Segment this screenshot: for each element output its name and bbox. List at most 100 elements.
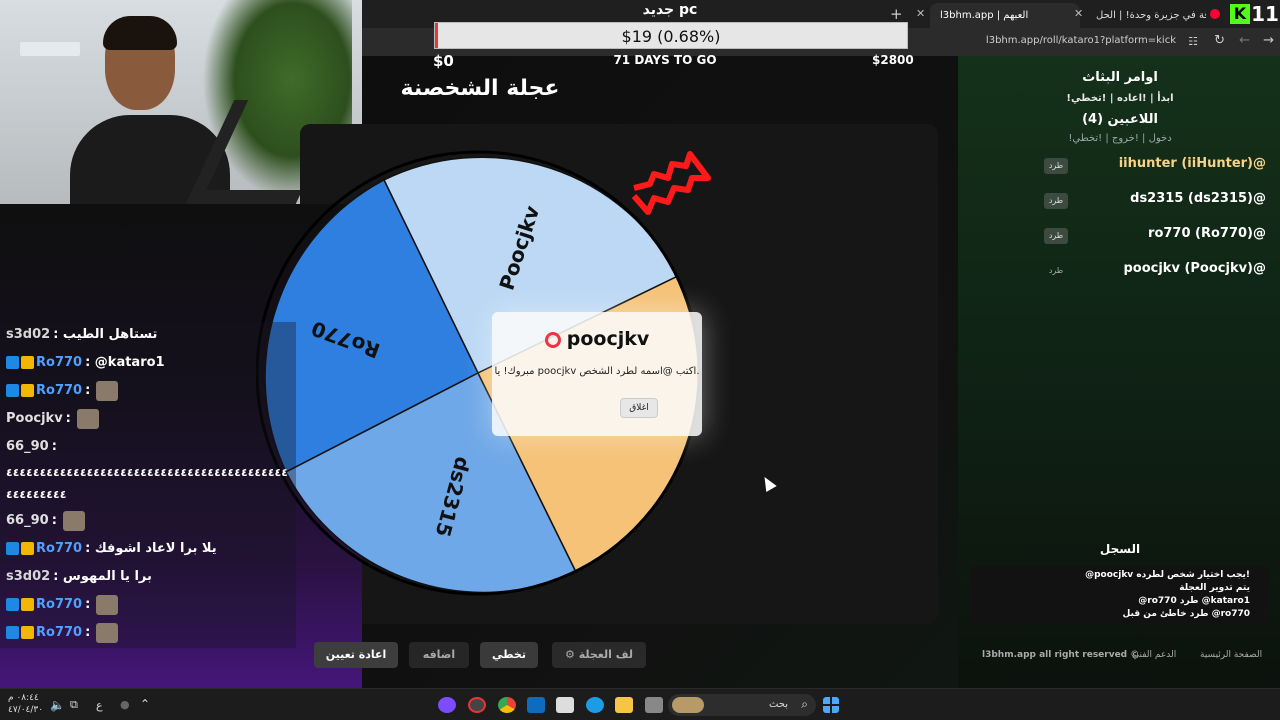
player-row: طرد ro770 (Ro770)@ (1040, 226, 1266, 246)
winner-name: poocjkv (492, 328, 702, 350)
chat-text: : تستاهل الطيب (53, 327, 158, 342)
log-entry: يتم تدوير العجلة (1179, 583, 1250, 593)
subscriber-badge-icon (6, 384, 19, 397)
winner-message: مبروك! يا poocjkv اكتب @اسمه لطرد الشخص. (494, 366, 700, 377)
reload-icon[interactable]: ↻ (1214, 33, 1225, 48)
search-placeholder: بحث (768, 699, 788, 710)
edge-icon[interactable] (586, 697, 604, 713)
chat-username[interactable]: Ro770 (36, 597, 82, 612)
url-field[interactable]: l3bhm.app/roll/kataro1?platform=kick (986, 35, 1176, 46)
chat-text: : (85, 625, 91, 640)
winner-dialog: poocjkv مبروك! يا poocjkv اكتب @اسمه لطر… (492, 312, 702, 436)
chrome-icon[interactable] (498, 697, 516, 713)
chat-username[interactable]: Ro770 (36, 355, 82, 370)
windows-taskbar: ٠٨:٤٤ م ٤٧/٠٤/٣٠ 🔈 ⧉ ع ● ⌃ بحث ⌕ (0, 688, 1280, 720)
clock-time: ٠٨:٤٤ م (8, 693, 39, 703)
reset-button[interactable]: اعادة تعيين (314, 642, 398, 668)
goal-progress-text: $19 (0.68%) (621, 27, 721, 46)
chat-text: ٤٤٤٤٤٤٤٤٤٤٤٤٤٤٤٤٤٤٤٤٤٤٤٤٤٤٤٤٤٤٤٤٤٤٤٤٤٤٤٤… (6, 466, 288, 479)
chat-emote-icon (76, 408, 99, 429)
player-row: طرد ds2315 (ds2315)@ (1040, 191, 1266, 211)
chat-text: : يلا برا لاعاد اشوفك (85, 541, 217, 556)
chat-text: : برا يا المهوس (53, 569, 152, 584)
tab-youtube[interactable]: كل الأعرقة في جزيرة وحدة! | الحل... (1086, 3, 1206, 28)
log-title: السجل (1099, 542, 1141, 556)
skip-button[interactable]: تخطي (480, 642, 538, 668)
chat-text: : (51, 439, 57, 454)
chat-message: Ro770: يلا برا لاعاد اشوفك (6, 536, 217, 562)
network-icon[interactable]: ⧉ (70, 698, 78, 712)
log-entry: @ro770 طرد @kataro1 (1138, 596, 1250, 606)
chat-username[interactable]: 66_90 (6, 513, 49, 528)
youtube-icon (1210, 9, 1220, 19)
add-button[interactable]: اضافه (409, 642, 469, 668)
store-icon[interactable] (556, 697, 574, 713)
app-icon[interactable] (645, 697, 663, 713)
chat-emote-icon (96, 380, 119, 401)
subscriber-badge-icon (6, 356, 19, 369)
goal-min: $0 (433, 52, 454, 70)
kick-button[interactable]: طرد (1044, 263, 1068, 279)
chat-username[interactable]: s3d02 (6, 569, 50, 584)
chat-message: Ro770: @kataro1 (6, 350, 165, 376)
chat-username[interactable]: 66_90 (6, 439, 49, 454)
new-tab-icon[interactable]: + (890, 5, 903, 23)
footer-home-link[interactable]: الصفحة الرئيسية (1200, 650, 1262, 660)
chat-text: : @kataro1 (85, 355, 165, 370)
kick-button[interactable]: طرد (1044, 193, 1068, 209)
search-icon: ⌕ (801, 697, 808, 711)
log-panel: @poocjkv يجب اختيار شخص لطرده! يتم تدوير… (970, 566, 1270, 624)
vip-badge-icon (21, 598, 34, 611)
vip-badge-icon (21, 356, 34, 369)
spin-wheel-button[interactable]: ⚙ لف العجلة (552, 642, 646, 668)
back-icon[interactable]: → (1263, 33, 1274, 48)
tab-count: 11 (1251, 2, 1279, 26)
chat-message: s3d02: تستاهل الطيب (6, 322, 157, 348)
page-title: عجلة الشخصنة (400, 76, 560, 101)
chat-message: s3d02: برا يا المهوس (6, 564, 152, 590)
log-entry: طرد خاطئ من قبل @ro770 (1122, 609, 1250, 619)
obs-icon[interactable] (468, 697, 486, 713)
chat-username[interactable]: s3d02 (6, 327, 50, 342)
windows-start-icon[interactable] (823, 697, 839, 713)
language-indicator[interactable]: ع (96, 699, 103, 712)
kick-logo-icon: K (1230, 4, 1250, 24)
chat-username[interactable]: Ro770 (36, 541, 82, 556)
log-entry: @poocjkv يجب اختيار شخص لطرده! (1085, 570, 1250, 580)
outlook-icon[interactable] (527, 697, 545, 713)
chat-username[interactable]: Ro770 (36, 625, 82, 640)
player-row: طرد iihunter (iiHunter)@ (1040, 156, 1266, 176)
close-button[interactable]: اغلاق (620, 398, 658, 418)
players-commands: !دخول | !خروج | !تخطي (1068, 133, 1172, 144)
subscriber-badge-icon (6, 542, 19, 555)
close-icon[interactable]: ✕ (916, 7, 925, 20)
forward-icon[interactable]: ← (1239, 33, 1250, 48)
chat-message: Poocjkv: (6, 406, 99, 432)
chat-text: : (51, 513, 57, 528)
chevron-up-icon[interactable]: ⌃ (140, 697, 150, 711)
commands-title: اوامر البثاث (1082, 70, 1158, 85)
player-name: ro770 (Ro770)@ (1148, 226, 1266, 241)
taskbar-search[interactable]: بحث ⌕ (668, 694, 816, 716)
target-icon (544, 331, 561, 348)
mic-icon: ● (120, 698, 130, 711)
tab-l3bhm[interactable]: l3bhm.app | العبهم (930, 3, 1080, 28)
chat-username[interactable]: Poocjkv (6, 411, 63, 426)
kick-button[interactable]: طرد (1044, 228, 1068, 244)
chat-username[interactable]: Ro770 (36, 383, 82, 398)
close-icon[interactable]: ✕ (1074, 7, 1083, 20)
players-title: اللاعبين (4) (1082, 112, 1158, 127)
discord-icon[interactable] (438, 697, 456, 713)
speaker-icon[interactable]: 🔈 (50, 698, 65, 712)
gear-icon: ⚙ (565, 648, 579, 661)
wheel-pointer-icon (631, 151, 711, 215)
goal-progress-bar: $19 (0.68%) (434, 22, 908, 49)
clock-date: ٤٧/٠٤/٣٠ (8, 705, 44, 715)
kick-button[interactable]: طرد (1044, 158, 1068, 174)
folder-icon[interactable] (615, 697, 633, 713)
player-row: طرد poocjkv (Poocjkv)@ (1040, 261, 1266, 281)
chat-text: : (85, 597, 91, 612)
site-settings-icon[interactable]: ☷ (1188, 35, 1198, 48)
chat-message: 66_90: (6, 508, 85, 534)
vip-badge-icon (21, 626, 34, 639)
